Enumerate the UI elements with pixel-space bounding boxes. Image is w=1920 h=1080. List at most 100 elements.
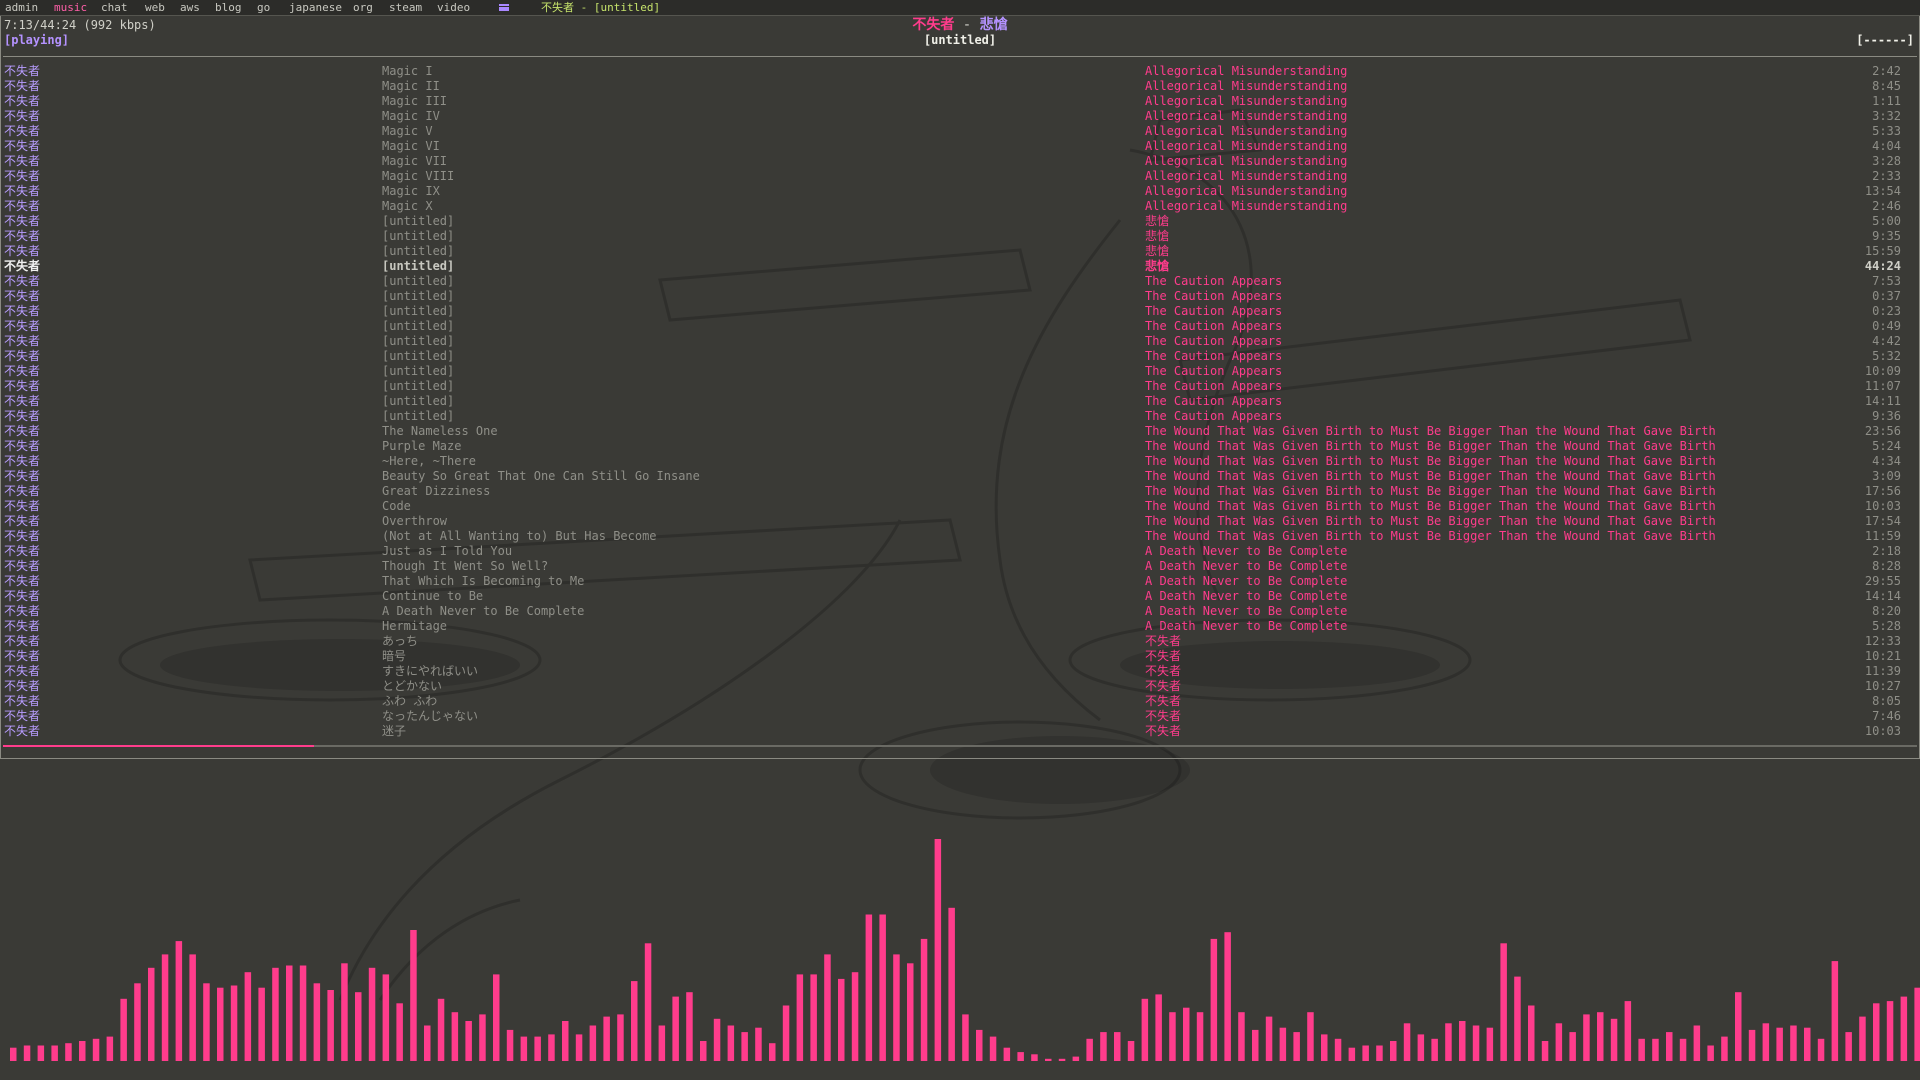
playlist-row[interactable]: 不失者 [untitled] The Caution Appears 0:23: [1, 304, 1919, 319]
track-artist: 不失者: [4, 304, 41, 318]
track-artist: 不失者: [4, 364, 41, 378]
playlist-row[interactable]: 不失者 Though It Went So Well? A Death Never …: [1, 559, 1919, 574]
playlist-row[interactable]: 不失者 Code The Wound That Was Given Birth to…: [1, 499, 1919, 514]
track-title: (Not at All Wanting to) But Has Become: [382, 529, 657, 543]
visualizer-bar: [1334, 1038, 1342, 1061]
workspace-japanese[interactable]: japanese: [289, 0, 342, 15]
playlist-row[interactable]: 不失者 Beauty So Great That One Can Still Go…: [1, 469, 1919, 484]
workspace-blog[interactable]: blog: [215, 0, 242, 15]
playlist-row[interactable]: 不失者 暗号 不失者 10:21: [1, 649, 1919, 664]
ncmpcpp-window[interactable]: 7:13/44:24 (992 kbps) [playing] 不失者 - 悲愴…: [0, 15, 1920, 759]
playlist-row[interactable]: 不失者 Magic I Allegorical Misunderstanding 2:…: [1, 64, 1919, 79]
playlist-row[interactable]: 不失者 [untitled] 悲愴 15:59: [1, 244, 1919, 259]
playlist[interactable]: 不失者 Magic I Allegorical Misunderstanding 2:…: [1, 64, 1919, 739]
playlist-row-current[interactable]: 不失者 [untitled] 悲愴 44:24: [1, 259, 1919, 274]
track-artist: 不失者: [4, 634, 41, 648]
playlist-row[interactable]: 不失者 Magic V Allegorical Misunderstanding 5:…: [1, 124, 1919, 139]
playlist-row[interactable]: 不失者 Magic IX Allegorical Misunderstanding 1…: [1, 184, 1919, 199]
track-title: [untitled]: [382, 379, 455, 393]
playlist-row[interactable]: 不失者 Just as I Told You A Death Never to Be…: [1, 544, 1919, 559]
visualizer-bar: [1597, 1012, 1604, 1061]
visualizer-bar: [1569, 1032, 1576, 1061]
track-duration: 7:46: [1872, 709, 1901, 723]
playlist-row[interactable]: 不失者 Magic II Allegorical Misunderstanding 8…: [1, 79, 1919, 94]
playlist-row[interactable]: 不失者 なったんじゃない 不失者 7:46: [1, 709, 1919, 724]
playlist-row[interactable]: 不失者 Hermitage A Death Never to Be Complete…: [1, 619, 1919, 634]
track-artist: 不失者: [4, 259, 41, 273]
track-duration: 10:03: [1864, 724, 1901, 738]
visualizer-bar: [175, 941, 183, 1061]
workspace-aws[interactable]: aws: [180, 0, 200, 15]
visualizer-bar: [65, 1043, 72, 1061]
workspace-steam[interactable]: steam: [389, 0, 422, 15]
playlist-row[interactable]: 不失者 [untitled] The Caution Appears 4:42: [1, 334, 1919, 349]
track-album: Allegorical Misunderstanding: [1145, 139, 1348, 153]
playlist-row[interactable]: 不失者 (Not at All Wanting to) But Has Becom…: [1, 529, 1919, 544]
playlist-row[interactable]: 不失者 [untitled] The Caution Appears 0:49: [1, 319, 1919, 334]
visualizer-bar: [658, 1025, 666, 1061]
visualizer-bar: [1238, 1012, 1245, 1061]
playlist-row[interactable]: 不失者 [untitled] The Caution Appears 9:36: [1, 409, 1919, 424]
visualizer-bar: [1748, 1029, 1756, 1061]
playlist-row[interactable]: 不失者 [untitled] The Caution Appears 7:53: [1, 274, 1919, 289]
workspace-org[interactable]: org: [353, 0, 373, 15]
track-duration: 5:00: [1872, 214, 1901, 228]
playlist-row[interactable]: 不失者 Magic X Allegorical Misunderstanding 2:…: [1, 199, 1919, 214]
visualizer-bar: [1114, 1032, 1121, 1061]
playlist-row[interactable]: 不失者 とどかない 不失者 10:27: [1, 679, 1919, 694]
progress-bar[interactable]: [3, 745, 1917, 747]
visualizer-bar: [217, 987, 224, 1061]
visualizer-bar: [893, 954, 900, 1061]
workspace-chat[interactable]: chat: [101, 0, 128, 15]
visualizer-bar: [1279, 1027, 1287, 1061]
visualizer-bar: [161, 954, 169, 1061]
layout-icon[interactable]: [499, 4, 509, 11]
playlist-row[interactable]: 不失者 迷子 不失者 10:03: [1, 724, 1919, 739]
workspace-music[interactable]: music: [54, 0, 87, 15]
playlist-row[interactable]: 不失者 Purple Maze The Wound That Was Given B…: [1, 439, 1919, 454]
track-artist: 不失者: [4, 214, 41, 228]
playlist-row[interactable]: 不失者 Magic IV Allegorical Misunderstanding 3…: [1, 109, 1919, 124]
visualizer-bar: [1196, 1012, 1204, 1061]
playlist-row[interactable]: 不失者 Magic VIII Allegorical Misunderstandin…: [1, 169, 1919, 184]
track-duration: 17:56: [1864, 484, 1901, 498]
visualizer-bar: [299, 965, 307, 1061]
playlist-row[interactable]: 不失者 That Which Is Becoming to Me A Death N…: [1, 574, 1919, 589]
track-album: 悲愴: [1145, 244, 1170, 258]
track-artist: 不失者: [4, 499, 41, 513]
track-duration: 14:14: [1864, 589, 1901, 603]
track-album: The Caution Appears: [1145, 364, 1283, 378]
visualizer-bar: [1555, 1023, 1563, 1061]
playlist-row[interactable]: 不失者 [untitled] 悲愴 9:35: [1, 229, 1919, 244]
workspace-web[interactable]: web: [145, 0, 165, 15]
playlist-row[interactable]: 不失者 Magic III Allegorical Misunderstanding…: [1, 94, 1919, 109]
visualizer-bar: [1859, 1016, 1866, 1061]
playlist-row[interactable]: 不失者 [untitled] The Caution Appears 14:11: [1, 394, 1919, 409]
top-status-bar: admin music chat web aws blog go japanese org ste…: [0, 0, 1920, 16]
playlist-row[interactable]: 不失者 [untitled] 悲愴 5:00: [1, 214, 1919, 229]
visualizer-bar: [796, 974, 804, 1061]
volume-indicator[interactable]: [------]: [1856, 33, 1914, 47]
visualizer-bar: [755, 1027, 762, 1061]
playlist-row[interactable]: 不失者 [untitled] The Caution Appears 11:07: [1, 379, 1919, 394]
playlist-row[interactable]: 不失者 すきにやればいい 不失者 11:39: [1, 664, 1919, 679]
playlist-row[interactable]: 不失者 Great Dizziness The Wound That Was Giv…: [1, 484, 1919, 499]
playlist-row[interactable]: 不失者 ~Here, ~There The Wound That Was Given…: [1, 454, 1919, 469]
track-duration: 10:21: [1864, 649, 1901, 663]
playlist-row[interactable]: 不失者 Magic VI Allegorical Misunderstanding 4…: [1, 139, 1919, 154]
playlist-row[interactable]: 不失者 [untitled] The Caution Appears 0:37: [1, 289, 1919, 304]
playlist-row[interactable]: 不失者 Magic VII Allegorical Misunderstanding…: [1, 154, 1919, 169]
playlist-row[interactable]: 不失者 あっち 不失者 12:33: [1, 634, 1919, 649]
playlist-row[interactable]: 不失者 Overthrow The Wound That Was Given Bir…: [1, 514, 1919, 529]
playlist-row[interactable]: 不失者 A Death Never to Be Complete A Death N…: [1, 604, 1919, 619]
playlist-row[interactable]: 不失者 [untitled] The Caution Appears 10:09: [1, 364, 1919, 379]
playlist-row[interactable]: 不失者 ふわ ふわ 不失者 8:05: [1, 694, 1919, 709]
workspace-video[interactable]: video: [437, 0, 470, 15]
visualizer-bar: [617, 1014, 624, 1061]
playlist-row[interactable]: 不失者 Continue to Be A Death Never to Be Com…: [1, 589, 1919, 604]
playlist-row[interactable]: 不失者 [untitled] The Caution Appears 5:32: [1, 349, 1919, 364]
workspace-go[interactable]: go: [257, 0, 270, 15]
playlist-row[interactable]: 不失者 The Nameless One The Wound That Was Gi…: [1, 424, 1919, 439]
workspace-admin[interactable]: admin: [5, 0, 38, 15]
track-album: The Caution Appears: [1145, 379, 1283, 393]
